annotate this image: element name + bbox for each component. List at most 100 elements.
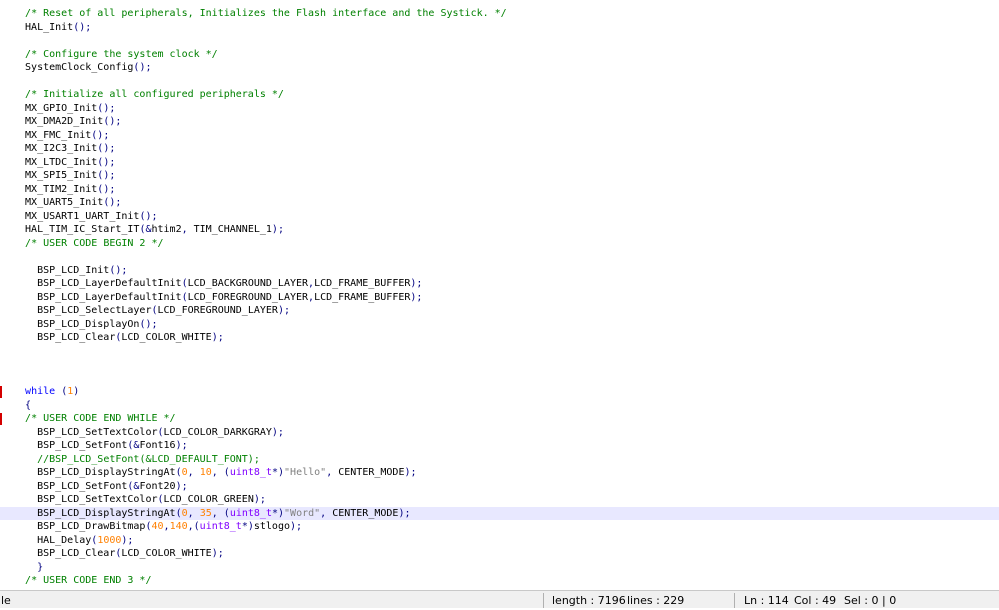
code-line[interactable]: SystemClock_Config(); bbox=[0, 61, 999, 75]
code-token: ); bbox=[290, 521, 303, 532]
code-line[interactable]: MX_DMA2D_Init(); bbox=[0, 115, 999, 129]
code-token: LCD_COLOR_WHITE bbox=[121, 548, 212, 559]
code-token: /* Initialize all configured peripherals… bbox=[25, 89, 284, 100]
code-token: MX_USART1_UART_Init bbox=[13, 210, 140, 222]
code-token: ); bbox=[410, 291, 423, 303]
code-line[interactable]: BSP_LCD_Clear(LCD_COLOR_WHITE); bbox=[0, 331, 999, 345]
code-line[interactable]: HAL_Delay(1000); bbox=[0, 534, 999, 548]
code-line[interactable]: /* USER CODE BEGIN 2 */ bbox=[0, 237, 999, 251]
code-line[interactable]: BSP_LCD_DrawBitmap(40,140,(uint8_t*)stlo… bbox=[0, 520, 999, 534]
code-line[interactable] bbox=[0, 250, 999, 264]
code-line[interactable]: /* USER CODE END 3 */ bbox=[0, 574, 999, 588]
code-line[interactable]: MX_GPIO_Init(); bbox=[0, 102, 999, 116]
code-line[interactable]: MX_LTDC_Init(); bbox=[0, 156, 999, 170]
code-token: ); bbox=[398, 507, 411, 519]
code-line[interactable]: /* USER CODE END WHILE */ bbox=[0, 412, 999, 426]
code-token: ); bbox=[277, 305, 290, 316]
code-token: (& bbox=[127, 440, 140, 451]
code-token: (); bbox=[97, 170, 116, 181]
code-token: LCD_FRAME_BUFFER bbox=[314, 278, 411, 289]
code-editor[interactable]: /* Reset of all peripherals, Initializes… bbox=[0, 0, 999, 590]
code-token: SystemClock_Config bbox=[13, 62, 134, 73]
code-token: MX_I2C3_Init bbox=[13, 143, 98, 154]
code-token: 10 bbox=[199, 467, 212, 478]
code-line[interactable]: BSP_LCD_SetTextColor(LCD_COLOR_GREEN); bbox=[0, 493, 999, 507]
code-line[interactable]: BSP_LCD_DisplayStringAt(0, 10, (uint8_t*… bbox=[0, 466, 999, 480]
code-token: (& bbox=[127, 480, 140, 492]
code-token: /* Configure the system clock */ bbox=[25, 48, 218, 60]
code-token: BSP_LCD_DrawBitmap bbox=[13, 521, 146, 532]
code-line[interactable]: HAL_TIM_IC_Start_IT(&htim2, TIM_CHANNEL_… bbox=[0, 223, 999, 237]
code-line[interactable]: BSP_LCD_SetFont(&Font20); bbox=[0, 480, 999, 494]
status-file-type: le bbox=[1, 594, 11, 607]
code-line[interactable]: while (1) bbox=[0, 385, 999, 399]
code-line[interactable]: MX_UART5_Init(); bbox=[0, 196, 999, 210]
code-line[interactable] bbox=[0, 358, 999, 372]
code-line[interactable]: { bbox=[0, 399, 999, 413]
code-line[interactable]: BSP_LCD_LayerDefaultInit(LCD_FOREGROUND_… bbox=[0, 291, 999, 305]
code-token: /* USER CODE END 3 */ bbox=[25, 575, 152, 586]
code-token: *) bbox=[271, 507, 285, 519]
code-token: BSP_LCD_SetTextColor bbox=[13, 494, 158, 505]
code-line[interactable]: MX_TIM2_Init(); bbox=[0, 183, 999, 197]
code-token: ); bbox=[175, 480, 188, 492]
code-line[interactable]: BSP_LCD_SelectLayer(LCD_FOREGROUND_LAYER… bbox=[0, 304, 999, 318]
status-selection: Sel : 0 | 0 bbox=[844, 594, 897, 607]
code-token: ); bbox=[271, 224, 284, 235]
code-token: } bbox=[37, 561, 44, 573]
code-token: (); bbox=[91, 129, 110, 141]
code-token: HAL_Init bbox=[13, 21, 74, 33]
code-token: uint8_t bbox=[229, 507, 272, 519]
code-token: { bbox=[25, 399, 32, 411]
code-line[interactable]: } bbox=[0, 561, 999, 575]
code-line[interactable]: MX_FMC_Init(); bbox=[0, 129, 999, 143]
code-token: ); bbox=[175, 440, 188, 451]
code-line[interactable]: BSP_LCD_DisplayOn(); bbox=[0, 318, 999, 332]
code-token: MX_GPIO_Init bbox=[13, 102, 98, 114]
code-token: (); bbox=[139, 210, 158, 222]
code-token: MX_FMC_Init bbox=[13, 129, 92, 141]
code-line[interactable]: MX_SPI5_Init(); bbox=[0, 169, 999, 183]
code-line[interactable] bbox=[0, 34, 999, 48]
code-token: HAL_TIM_IC_Start_IT bbox=[13, 224, 140, 235]
code-token: BSP_LCD_LayerDefaultInit bbox=[13, 278, 182, 289]
code-token: ); bbox=[211, 548, 224, 559]
code-token: BSP_LCD_DisplayOn bbox=[13, 318, 140, 330]
code-token: MX_LTDC_Init bbox=[13, 156, 98, 168]
code-line[interactable]: BSP_LCD_SetTextColor(LCD_COLOR_DARKGRAY)… bbox=[0, 426, 999, 440]
code-token: LCD_FOREGROUND_LAYER bbox=[157, 305, 278, 316]
code-token: BSP_LCD_DisplayStringAt bbox=[13, 467, 176, 478]
code-line[interactable]: /* Initialize all configured peripherals… bbox=[0, 88, 999, 102]
code-line[interactable]: HAL_Init(); bbox=[0, 21, 999, 35]
code-token: (); bbox=[103, 197, 122, 208]
code-token: 140 bbox=[169, 521, 188, 532]
code-line[interactable]: BSP_LCD_Clear(LCD_COLOR_WHITE); bbox=[0, 547, 999, 561]
code-token: BSP_LCD_Clear bbox=[13, 548, 116, 559]
code-token: (); bbox=[97, 183, 116, 195]
code-token: ); bbox=[410, 278, 423, 289]
code-token: BSP_LCD_LayerDefaultInit bbox=[13, 291, 182, 303]
code-line[interactable]: /* Configure the system clock */ bbox=[0, 48, 999, 62]
code-line[interactable]: /* Reset of all peripherals, Initializes… bbox=[0, 7, 999, 21]
code-line[interactable]: BSP_LCD_LayerDefaultInit(LCD_BACKGROUND_… bbox=[0, 277, 999, 291]
code-line[interactable]: MX_I2C3_Init(); bbox=[0, 142, 999, 156]
code-token: BSP_LCD_SetFont bbox=[13, 480, 128, 492]
code-token: BSP_LCD_Init bbox=[13, 264, 110, 276]
code-token: /* Reset of all peripherals, Initializes… bbox=[25, 8, 507, 19]
current-code-line[interactable]: BSP_LCD_DisplayStringAt(0, 35, (uint8_t*… bbox=[0, 506, 999, 520]
code-token: ); bbox=[271, 426, 284, 438]
code-line[interactable]: MX_USART1_UART_Init(); bbox=[0, 210, 999, 224]
code-token: ); bbox=[253, 494, 266, 505]
code-line[interactable]: BSP_LCD_SetFont(&Font16); bbox=[0, 439, 999, 453]
status-lines: lines : 229 bbox=[627, 594, 685, 607]
code-line[interactable]: BSP_LCD_Init(); bbox=[0, 264, 999, 278]
code-token: (); bbox=[133, 62, 152, 73]
code-line[interactable]: //BSP_LCD_SetFont(&LCD_DEFAULT_FONT); bbox=[0, 453, 999, 467]
code-line[interactable] bbox=[0, 372, 999, 386]
code-line[interactable] bbox=[0, 75, 999, 89]
code-line[interactable] bbox=[0, 345, 999, 359]
status-line-number: Ln : 114 bbox=[744, 594, 789, 607]
